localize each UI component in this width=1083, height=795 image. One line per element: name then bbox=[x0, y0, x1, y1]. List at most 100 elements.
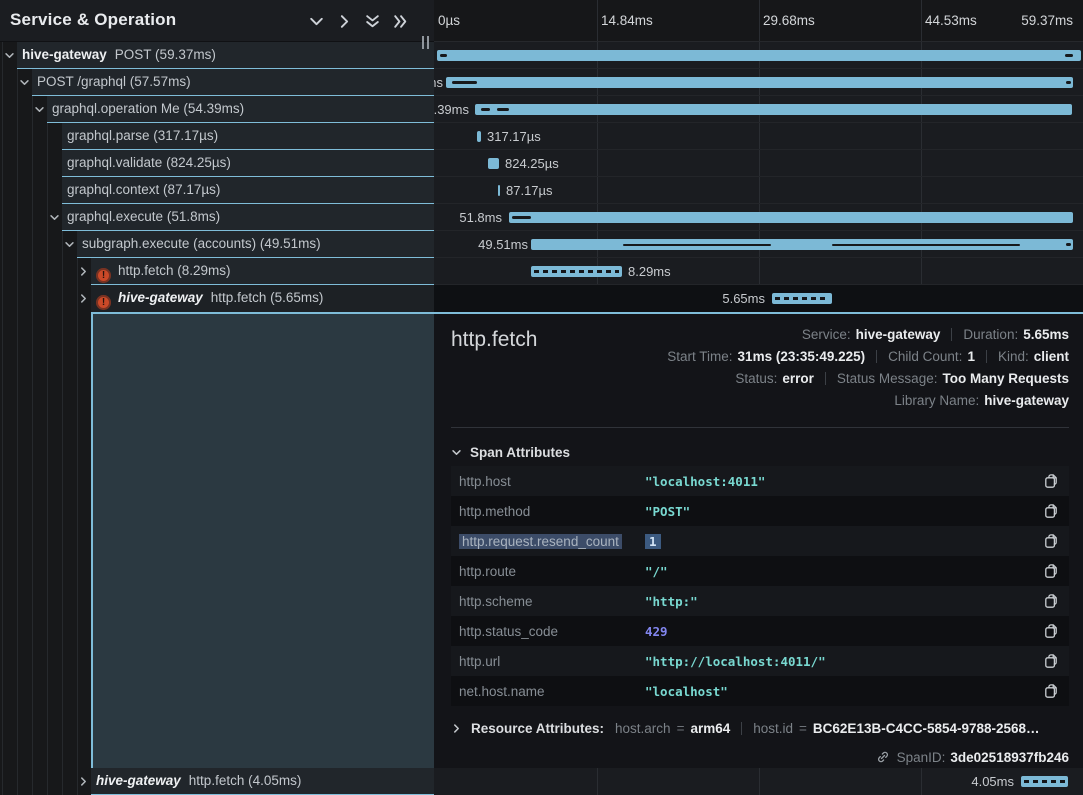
attribute-row: http.host "localhost:4011" bbox=[451, 466, 1069, 496]
copy-icon[interactable] bbox=[1043, 683, 1059, 699]
copy-icon[interactable] bbox=[1043, 503, 1059, 519]
axis-tick: 14.84ms bbox=[601, 0, 653, 41]
attribute-value: "POST" bbox=[645, 504, 1043, 519]
indent-guide bbox=[17, 42, 18, 795]
expand-one-icon[interactable] bbox=[336, 13, 353, 30]
tree-row[interactable]: graphql.parse (317.17µs) bbox=[62, 123, 434, 150]
span-service: hive-gateway bbox=[118, 290, 203, 305]
resource-attributes-row[interactable]: Resource Attributes: host.arch = arm64 host.… bbox=[451, 716, 1069, 742]
span-bar[interactable] bbox=[437, 50, 1081, 61]
span-bar[interactable] bbox=[498, 185, 500, 196]
span-label: graphql.parse (317.17µs) bbox=[67, 128, 218, 143]
span-bar[interactable] bbox=[772, 293, 832, 304]
duration-label: 87.17µs bbox=[506, 177, 553, 204]
attribute-row: http.request.resend_count 1 bbox=[451, 526, 1069, 556]
tree-row-selected[interactable]: !hive-gatewayhttp.fetch (5.65ms) bbox=[91, 285, 434, 312]
span-bar[interactable] bbox=[475, 104, 1072, 115]
tree-row[interactable]: graphql.validate (824.25µs) bbox=[62, 150, 434, 177]
span-label: http.fetch (4.05ms) bbox=[189, 773, 302, 788]
tree-row[interactable]: POST /graphql (57.57ms) bbox=[32, 69, 434, 96]
status-message-label: Status Message: bbox=[837, 371, 938, 386]
resource-attributes-title: Resource Attributes: bbox=[471, 721, 604, 736]
collapse-one-icon[interactable] bbox=[308, 13, 325, 30]
axis-gridline bbox=[759, 0, 760, 41]
attribute-row: http.route "/" bbox=[451, 556, 1069, 586]
timeline-row: 87.17µs bbox=[434, 177, 1083, 204]
span-attributes-header[interactable]: Span Attributes bbox=[451, 445, 570, 460]
expand-all-icon[interactable] bbox=[392, 13, 409, 30]
chevron-right-icon bbox=[451, 723, 462, 734]
tree-row[interactable]: subgraph.execute (accounts) (49.51ms) bbox=[77, 231, 434, 258]
timeline-axis: 0µs 14.84ms 29.68ms 44.53ms 59.37ms bbox=[434, 0, 1083, 42]
axis-tick: 59.37ms bbox=[1021, 0, 1073, 41]
resource-key: host.id bbox=[753, 721, 793, 736]
chevron-down-icon[interactable] bbox=[34, 104, 45, 115]
tree-row[interactable]: hive-gatewayPOST (59.37ms) bbox=[17, 42, 434, 69]
copy-icon[interactable] bbox=[1043, 623, 1059, 639]
span-bar[interactable] bbox=[477, 131, 481, 142]
span-detail-panel: http.fetch Service:hive-gatewayDuration:… bbox=[434, 312, 1083, 768]
collapse-all-icon[interactable] bbox=[364, 13, 381, 30]
child-span-mark bbox=[1066, 243, 1071, 246]
span-label: graphql.context (87.17µs) bbox=[67, 182, 220, 197]
span-bar[interactable] bbox=[488, 158, 499, 169]
detail-meta: Service:hive-gatewayDuration:5.65ms Star… bbox=[667, 324, 1069, 412]
link-icon[interactable] bbox=[876, 750, 890, 764]
chevron-down-icon[interactable] bbox=[19, 77, 30, 88]
chevron-down-icon[interactable] bbox=[64, 239, 75, 250]
start-time-value: 31ms (23:35:49.225) bbox=[738, 349, 866, 364]
timeline-row-selected: 5.65ms bbox=[434, 285, 1083, 312]
attribute-value: "localhost:4011" bbox=[645, 474, 1043, 489]
detail-divider bbox=[451, 427, 1069, 428]
chevron-down-icon[interactable] bbox=[49, 212, 60, 223]
duration-label: 824.25µs bbox=[505, 150, 559, 177]
tree-row[interactable]: graphql.context (87.17µs) bbox=[62, 177, 434, 204]
timeline-panel: 0µs 14.84ms 29.68ms 44.53ms 59.37ms 57.5… bbox=[434, 0, 1083, 795]
copy-icon[interactable] bbox=[1043, 563, 1059, 579]
status-value: error bbox=[782, 371, 814, 386]
child-span-mark bbox=[440, 54, 447, 57]
panel-title: Service & Operation bbox=[10, 0, 176, 40]
span-service: hive-gateway bbox=[22, 47, 107, 62]
child-span-mark bbox=[623, 244, 771, 246]
service-operation-panel: Service & Operation hive-gatew bbox=[0, 0, 434, 795]
tree-row[interactable]: hive-gatewayhttp.fetch (4.05ms) bbox=[91, 768, 434, 795]
tree-row[interactable]: graphql.execute (51.8ms) bbox=[62, 204, 434, 231]
resource-key: host.arch bbox=[615, 721, 671, 736]
meta-line-2: Start Time:31ms (23:35:49.225)Child Coun… bbox=[667, 346, 1069, 368]
timeline-row: 51.8ms bbox=[434, 204, 1083, 231]
gridline bbox=[597, 768, 598, 795]
span-label: graphql.operation Me (54.39ms) bbox=[52, 101, 244, 116]
chevron-right-icon[interactable] bbox=[78, 776, 89, 787]
gridline bbox=[921, 768, 922, 795]
duration-label: 57.57ms bbox=[434, 69, 443, 96]
panel-resizer-handle[interactable] bbox=[421, 36, 430, 49]
error-icon: ! bbox=[96, 268, 111, 283]
attribute-value: "/" bbox=[645, 564, 1043, 579]
span-bar[interactable] bbox=[509, 212, 1073, 223]
attribute-row: http.method "POST" bbox=[451, 496, 1069, 526]
attribute-key: http.method bbox=[459, 504, 645, 519]
library-name-label: Library Name: bbox=[894, 393, 979, 408]
span-bar[interactable] bbox=[446, 77, 1073, 88]
chevron-right-icon[interactable] bbox=[78, 293, 89, 304]
timeline-row: 4.05ms bbox=[434, 768, 1083, 795]
timeline-row: 57.57ms bbox=[434, 69, 1083, 96]
copy-icon[interactable] bbox=[1043, 533, 1059, 549]
chevron-down-icon[interactable] bbox=[4, 50, 15, 61]
meta-line-4: Library Name:hive-gateway bbox=[667, 390, 1069, 412]
equals-sign: = bbox=[799, 721, 807, 736]
tree-row[interactable]: graphql.operation Me (54.39ms) bbox=[47, 96, 434, 123]
copy-icon[interactable] bbox=[1043, 473, 1059, 489]
meta-line-3: Status:errorStatus Message:Too Many Requ… bbox=[667, 368, 1069, 390]
resource-value: arm64 bbox=[690, 721, 730, 736]
span-bar[interactable] bbox=[531, 266, 622, 277]
span-bar[interactable] bbox=[1021, 776, 1068, 787]
duration-label: 8.29ms bbox=[628, 258, 671, 285]
timeline-row: 49.51ms bbox=[434, 231, 1083, 258]
span-label: POST /graphql (57.57ms) bbox=[37, 74, 191, 89]
copy-icon[interactable] bbox=[1043, 653, 1059, 669]
copy-icon[interactable] bbox=[1043, 593, 1059, 609]
chevron-right-icon[interactable] bbox=[78, 266, 89, 277]
tree-row[interactable]: !http.fetch (8.29ms) bbox=[91, 258, 434, 285]
